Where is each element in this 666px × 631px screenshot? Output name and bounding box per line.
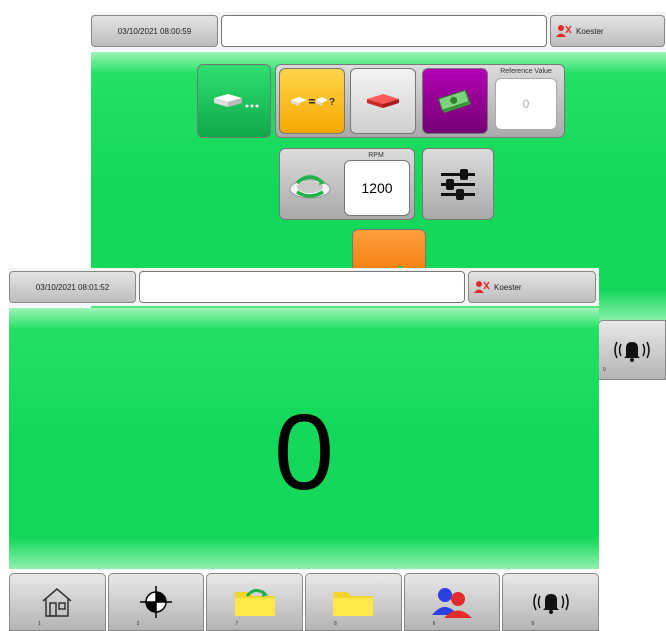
back-top-bar: 03/10/2021 08:00:59 Koester: [91, 12, 666, 50]
nav-folder-refresh-number: 7: [235, 621, 239, 627]
red-sheet-mode-tile[interactable]: [350, 68, 416, 134]
svg-text:?: ?: [329, 97, 335, 108]
nav-folder-refresh-button[interactable]: 7: [206, 573, 304, 631]
nav-users-button[interactable]: 6: [403, 573, 501, 631]
sheet-stack-icon: [214, 94, 259, 108]
user-tools-icon: [474, 281, 490, 293]
back-message-box: [221, 15, 547, 47]
count-display: 0: [273, 391, 335, 512]
settings-sliders-tile[interactable]: [422, 148, 494, 220]
nav-target-button[interactable]: 2: [107, 573, 205, 631]
sliders-icon: [441, 169, 475, 200]
alarm-bell-icon: [614, 341, 650, 362]
nav-home-number: 1: [38, 621, 41, 627]
home-icon: [42, 588, 72, 617]
rotation-icon: [285, 160, 335, 210]
bottom-nav: 1 2 7 8 6 9: [9, 573, 600, 631]
back-alarm-button[interactable]: 9: [598, 320, 666, 380]
nav-alarm-button[interactable]: 9: [502, 573, 600, 631]
compare-sheets-icon: ?: [291, 97, 335, 108]
nav-home-button[interactable]: 1: [9, 573, 106, 631]
nav-alarm-number: 9: [531, 621, 535, 627]
red-sheet-icon: [367, 94, 399, 108]
folder-icon: [333, 592, 374, 616]
nav-folder-button[interactable]: 8: [305, 573, 402, 631]
banknote-mode-tile[interactable]: [422, 68, 488, 134]
crosshair-icon: [140, 586, 172, 618]
reference-value-label: Reference Value: [500, 68, 552, 75]
rpm-value-field[interactable]: 1200: [344, 160, 410, 216]
folder-refresh-icon: [234, 589, 275, 616]
front-message-box: [139, 271, 465, 303]
rpm-label: RPM: [368, 152, 384, 159]
material-select-tile[interactable]: [197, 64, 271, 138]
nav-target-number: 2: [136, 621, 140, 627]
banknote-stack-icon: [437, 89, 471, 113]
alarm-bell-icon: [532, 593, 569, 614]
front-user-button[interactable]: Koester: [468, 271, 596, 303]
users-icon: [432, 588, 473, 618]
back-user-button[interactable]: Koester: [550, 15, 665, 47]
front-datetime-button[interactable]: 03/10/2021 08:01:52: [9, 271, 136, 303]
back-alarm-number: 9: [603, 367, 606, 373]
user-tools-icon: [556, 25, 572, 37]
front-top-bar: 03/10/2021 08:01:52 Koester: [9, 268, 599, 306]
compare-mode-tile[interactable]: ?: [279, 68, 345, 134]
nav-users-number: 6: [432, 621, 436, 627]
front-user-name: Koester: [494, 282, 522, 292]
reference-value-field[interactable]: 0: [495, 78, 557, 130]
back-user-name: Koester: [576, 26, 604, 36]
nav-folder-number: 8: [334, 621, 337, 627]
back-datetime-button[interactable]: 03/10/2021 08:00:59: [91, 15, 218, 47]
front-screen: 03/10/2021 08:01:52 Koester 0 1 2 7 8 6 …: [9, 268, 600, 631]
